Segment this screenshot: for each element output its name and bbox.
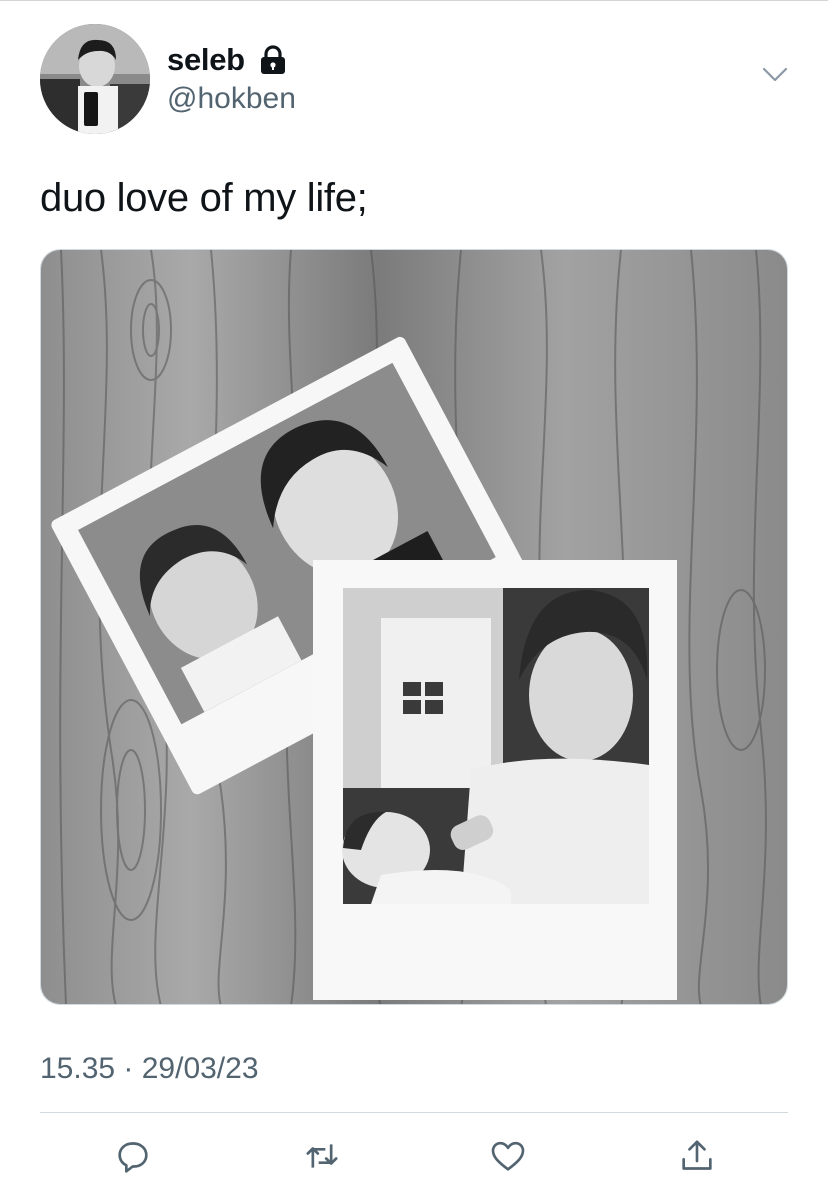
retweet-icon [306,1144,338,1168]
tweet-media[interactable] [40,249,788,1005]
tweet-text: duo love of my life; [40,176,368,220]
like-button[interactable] [486,1134,530,1178]
retweet-button[interactable] [300,1134,344,1178]
display-name[interactable]: seleb [167,42,245,78]
top-border [0,0,828,1]
collage-image [41,250,787,1004]
lock-icon [261,45,285,74]
reply-icon [118,1142,148,1173]
polaroid-bottom [313,560,677,1000]
avatar[interactable] [40,24,150,134]
like-icon [491,1141,525,1171]
avatar-photo [40,24,150,134]
tweet-timestamp[interactable]: 15.35 · 29/03/23 [40,1052,259,1086]
share-button[interactable] [675,1134,719,1178]
handle[interactable]: @hokben [167,82,296,116]
chevron-down-icon[interactable] [762,66,788,84]
reply-button[interactable] [111,1134,155,1178]
share-icon [682,1140,712,1170]
divider [40,1112,788,1113]
